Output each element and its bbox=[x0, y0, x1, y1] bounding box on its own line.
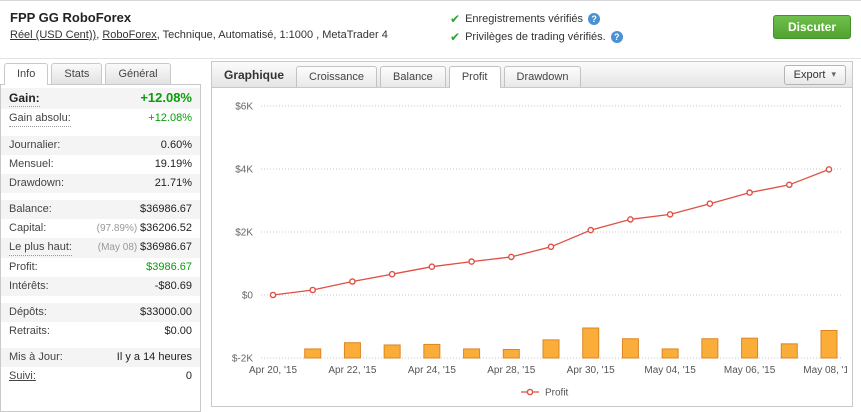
stat-label-suivi[interactable]: Suivi: bbox=[9, 369, 36, 384]
tab-croissance[interactable]: Croissance bbox=[296, 66, 377, 87]
stat-label-retraits: Retraits: bbox=[9, 324, 50, 339]
broker-link[interactable]: RoboForex bbox=[102, 29, 156, 41]
svg-text:Apr 28, '15: Apr 28, '15 bbox=[487, 365, 535, 376]
stat-row-journalier: Journalier: 0.60% bbox=[1, 136, 200, 155]
svg-text:May 06, '15: May 06, '15 bbox=[724, 365, 776, 376]
profit-chart: $6K $4K $2K $0 $-2KApr 20, '15 Apr 22, '15 Apr… bbox=[215, 92, 847, 404]
svg-text:Apr 30, '15: Apr 30, '15 bbox=[567, 365, 615, 376]
tab-stats[interactable]: Stats bbox=[51, 63, 102, 84]
stat-label-balance: Balance: bbox=[9, 202, 52, 217]
stat-value-retraits: $0.00 bbox=[164, 324, 192, 339]
export-button[interactable]: Export ▾ bbox=[784, 65, 846, 85]
account-title: FPP GG RoboForex bbox=[10, 10, 450, 25]
stat-label-mis-a-jour: Mis à Jour: bbox=[9, 350, 63, 365]
page: FPP GG RoboForex Réel (USD Cent)), RoboF… bbox=[0, 0, 861, 412]
check-icon: ✔ bbox=[450, 12, 460, 26]
stat-label-profit: Profit: bbox=[9, 260, 38, 275]
svg-text:Profit: Profit bbox=[545, 388, 569, 399]
stat-value-drawdown: 21.71% bbox=[155, 176, 192, 191]
stat-value-capital: (97.89%) $36206.52 bbox=[97, 221, 192, 236]
stat-value-mis-a-jour: Il y a 14 heures bbox=[117, 350, 192, 365]
help-icon[interactable]: ? bbox=[611, 31, 623, 43]
stat-row-suivi: Suivi: 0 bbox=[1, 367, 200, 386]
stat-value-interets: -$80.69 bbox=[155, 279, 192, 294]
sidebar-tabs: Info Stats Général bbox=[0, 61, 201, 84]
svg-text:$4K: $4K bbox=[235, 165, 253, 176]
tab-info[interactable]: Info bbox=[4, 63, 48, 85]
stat-label-gain: Gain: bbox=[9, 91, 40, 107]
chart-tabbar: Graphique Croissance Balance Profit Draw… bbox=[211, 61, 853, 88]
stat-value-depots: $33000.00 bbox=[140, 305, 192, 320]
svg-text:$-2K: $-2K bbox=[232, 354, 253, 365]
stat-value-balance: $36986.67 bbox=[140, 202, 192, 217]
stat-row-retraits: Retraits: $0.00 bbox=[1, 322, 200, 341]
section-label-graphique: Graphique bbox=[212, 68, 296, 82]
subtitle-rest: , Technique, Automatisé, 1:1000 , MetaTr… bbox=[157, 29, 388, 41]
header: FPP GG RoboForex Réel (USD Cent)), RoboF… bbox=[0, 1, 861, 59]
chart-panel: Graphique Croissance Balance Profit Draw… bbox=[211, 61, 853, 407]
stat-label-le-plus-haut: Le plus haut: bbox=[9, 240, 72, 256]
stat-value-journalier: 0.60% bbox=[161, 138, 192, 153]
stat-value-gain: +12.08% bbox=[140, 90, 192, 105]
stat-row-mis-a-jour: Mis à Jour: Il y a 14 heures bbox=[1, 348, 200, 367]
badge-trading-privileges-label: Privilèges de trading vérifiés. bbox=[465, 31, 606, 43]
stat-row-capital: Capital: (97.89%) $36206.52 bbox=[1, 219, 200, 238]
check-icon: ✔ bbox=[450, 30, 460, 44]
chart-area: $6K $4K $2K $0 $-2KApr 20, '15 Apr 22, '15 Apr… bbox=[211, 88, 853, 407]
stat-value-profit: $3986.67 bbox=[146, 260, 192, 275]
export-label: Export bbox=[794, 69, 826, 81]
stat-row-gain: Gain: +12.08% bbox=[1, 88, 200, 109]
stat-row-depots: Dépôts: $33000.00 bbox=[1, 303, 200, 322]
stat-label-capital: Capital: bbox=[9, 221, 46, 236]
stat-value-gain-absolu: +12.08% bbox=[148, 111, 192, 126]
account-type-link[interactable]: Réel (USD Cent)) bbox=[10, 29, 96, 41]
verification-badges: ✔ Enregistrements vérifiés ? ✔ Privilège… bbox=[450, 12, 623, 58]
svg-text:May 04, '15: May 04, '15 bbox=[644, 365, 696, 376]
svg-text:Apr 24, '15: Apr 24, '15 bbox=[408, 365, 456, 376]
badge-track-record: ✔ Enregistrements vérifiés ? bbox=[450, 12, 623, 26]
stat-group-separator bbox=[1, 296, 200, 303]
svg-text:May 08, '15: May 08, '15 bbox=[803, 365, 847, 376]
stat-group-separator bbox=[1, 129, 200, 136]
stat-value-suivi: 0 bbox=[186, 369, 192, 384]
badge-trading-privileges: ✔ Privilèges de trading vérifiés. ? bbox=[450, 30, 623, 44]
account-subtitle: Réel (USD Cent)), RoboForex, Technique, … bbox=[10, 29, 450, 41]
tab-drawdown[interactable]: Drawdown bbox=[504, 66, 582, 87]
account-info: FPP GG RoboForex Réel (USD Cent)), RoboF… bbox=[10, 10, 450, 58]
svg-text:$0: $0 bbox=[242, 291, 254, 302]
tab-balance[interactable]: Balance bbox=[380, 66, 446, 87]
stat-value-mensuel: 19.19% bbox=[155, 157, 192, 172]
sidebar: Info Stats Général Gain:+12.08%Gain abso… bbox=[0, 61, 201, 412]
badge-track-record-label: Enregistrements vérifiés bbox=[465, 13, 583, 25]
stat-label-interets: Intérêts: bbox=[9, 279, 49, 294]
stat-row-interets: Intérêts: -$80.69 bbox=[1, 277, 200, 296]
stat-group-separator bbox=[1, 341, 200, 348]
svg-text:Apr 20, '15: Apr 20, '15 bbox=[249, 365, 297, 376]
sidebar-rows: Gain: +12.08% Gain absolu: +12.08% Journalie… bbox=[0, 84, 201, 412]
stat-row-profit: Profit: $3986.67 bbox=[1, 258, 200, 277]
stat-row-le-plus-haut: Le plus haut: (May 08) $36986.67 bbox=[1, 238, 200, 258]
tab-general[interactable]: Général bbox=[105, 63, 170, 84]
stat-label-mensuel: Mensuel: bbox=[9, 157, 54, 172]
help-icon[interactable]: ? bbox=[588, 13, 600, 25]
svg-text:$6K: $6K bbox=[235, 102, 253, 113]
stat-label-gain-absolu: Gain absolu: bbox=[9, 111, 71, 127]
svg-text:Apr 22, '15: Apr 22, '15 bbox=[328, 365, 376, 376]
tab-profit[interactable]: Profit bbox=[449, 66, 501, 88]
stat-row-drawdown: Drawdown: 21.71% bbox=[1, 174, 200, 193]
stat-label-depots: Dépôts: bbox=[9, 305, 47, 320]
stat-row-mensuel: Mensuel: 19.19% bbox=[1, 155, 200, 174]
svg-text:$2K: $2K bbox=[235, 228, 253, 239]
caret-down-icon: ▾ bbox=[831, 69, 836, 80]
stat-label-journalier: Journalier: bbox=[9, 138, 60, 153]
stat-row-gain-absolu: Gain absolu: +12.08% bbox=[1, 109, 200, 129]
stat-row-balance: Balance: $36986.67 bbox=[1, 200, 200, 219]
stat-value-le-plus-haut: (May 08) $36986.67 bbox=[98, 240, 192, 255]
stat-label-drawdown: Drawdown: bbox=[9, 176, 64, 191]
discuss-button[interactable]: Discuter bbox=[773, 15, 851, 39]
stat-group-separator bbox=[1, 193, 200, 200]
